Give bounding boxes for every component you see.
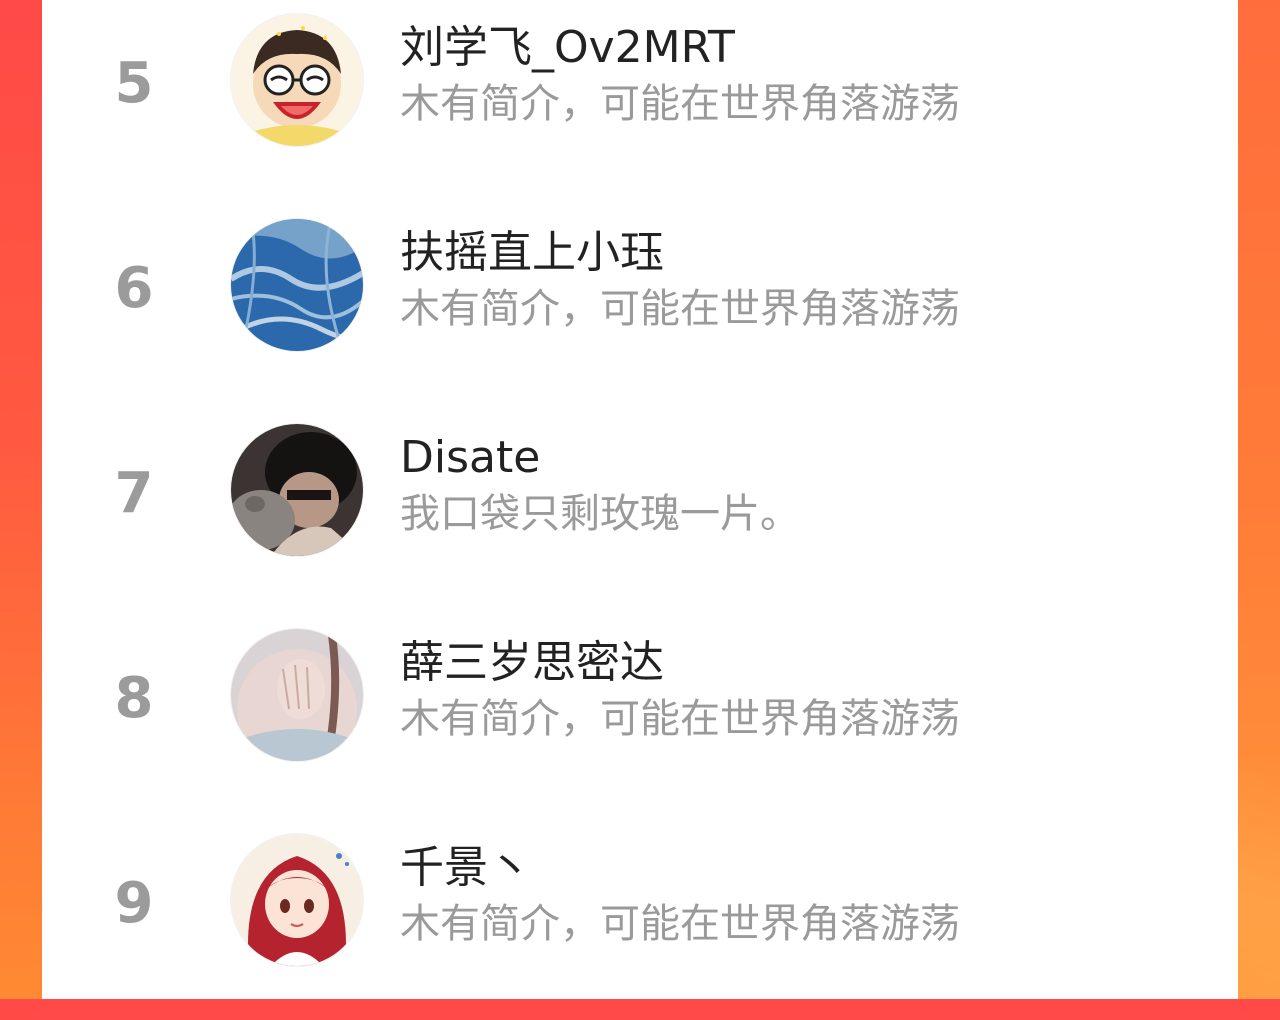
avatar[interactable] [231,14,363,146]
anime-girl-red-hair-avatar-icon [231,834,363,966]
rank-number: 5 [114,51,154,116]
person-with-cat-avatar-icon [231,424,363,556]
avatar[interactable] [231,629,363,761]
ranking-row[interactable]: 9 千景丶 木有简介，可能在世界角落游荡 [42,820,1238,1020]
rank-number: 7 [114,461,154,526]
user-name: 扶摇直上小珏 [400,227,664,278]
user-name: 刘学飞_Ov2MRT [400,22,735,73]
rank-number: 9 [114,871,154,936]
avatar[interactable] [231,834,363,966]
ranking-row[interactable]: 5 刘学飞_Ov2MRT 木有简介，可能在世界角落游荡 [42,0,1238,200]
ranking-list-card: 5 刘学飞_Ov2MRT 木有简介，可能在世界角落游荡 6 扶摇直上小珏 木有简… [42,0,1238,999]
avatar[interactable] [231,424,363,556]
user-bio: 木有简介，可能在世界角落游荡 [400,81,960,127]
rank-number: 6 [114,256,154,321]
ranking-row[interactable]: 6 扶摇直上小珏 木有简介，可能在世界角落游荡 [42,205,1238,405]
rank-number: 8 [114,666,154,731]
aerial-blue-river-avatar-icon [231,219,363,351]
user-name: 薛三岁思密达 [400,637,664,688]
user-bio: 木有简介，可能在世界角落游荡 [400,696,960,742]
user-bio: 木有简介，可能在世界角落游荡 [400,286,960,332]
user-bio: 我口袋只剩玫瑰一片。 [400,491,800,537]
ranking-row[interactable]: 8 薛三岁思密达 木有简介，可能在世界角落游荡 [42,615,1238,815]
user-name: 千景丶 [400,842,532,893]
user-bio: 木有简介，可能在世界角落游荡 [400,901,960,947]
hand-portrait-avatar-icon [231,629,363,761]
avatar[interactable] [231,219,363,351]
background-glow [1238,760,1280,999]
cartoon-boy-glasses-avatar-icon [231,14,363,146]
ranking-row[interactable]: 7 Disate 我口袋只剩玫瑰一片。 [42,410,1238,610]
user-name: Disate [400,432,541,483]
